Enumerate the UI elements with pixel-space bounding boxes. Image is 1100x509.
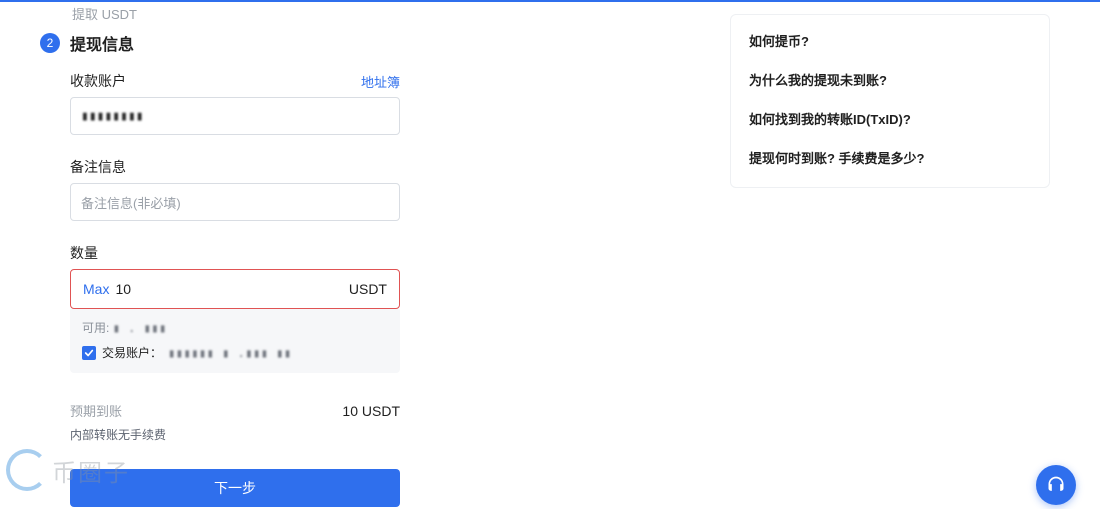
- trade-account-value: ▮▮▮▮▮▮ ▮ .▮▮▮ ▮▮: [168, 346, 292, 360]
- recipient-value: ▮▮▮▮▮▮▮▮: [81, 109, 144, 124]
- amount-subinfo: 可用: ▮ . ▮▮▮ 交易账户： ▮▮▮▮▮▮ ▮ .▮▮▮ ▮▮: [70, 309, 400, 373]
- recipient-input[interactable]: ▮▮▮▮▮▮▮▮: [70, 97, 400, 135]
- available-value: ▮ . ▮▮▮: [113, 321, 167, 335]
- amount-input[interactable]: Max 10 USDT: [70, 269, 400, 309]
- trade-account-label: 交易账户：: [102, 344, 162, 361]
- step-header: 2 提现信息: [40, 31, 720, 55]
- amount-unit: USDT: [349, 281, 387, 297]
- withdraw-form-panel: 提取 USDT 2 提现信息 收款账户 地址簿 ▮▮▮▮▮▮▮▮ 备注信息 备注…: [40, 2, 720, 507]
- expected-value: 10 USDT: [342, 403, 400, 419]
- faq-item[interactable]: 提现何时到账? 手续费是多少?: [731, 138, 1049, 177]
- amount-value: 10: [115, 281, 348, 297]
- faq-panel: 如何提币? 为什么我的提现未到账? 如何找到我的转账ID(TxID)? 提现何时…: [730, 14, 1050, 188]
- step-number-badge: 2: [40, 33, 60, 53]
- amount-label: 数量: [70, 243, 98, 263]
- check-icon: [84, 348, 94, 358]
- fee-note: 内部转账无手续费: [70, 426, 400, 443]
- next-button[interactable]: 下一步: [70, 469, 400, 507]
- max-button[interactable]: Max: [83, 281, 109, 297]
- memo-label: 备注信息: [70, 157, 126, 177]
- trade-account-checkbox[interactable]: [82, 346, 96, 360]
- expected-label: 预期到账: [70, 401, 122, 420]
- address-book-link[interactable]: 地址簿: [361, 72, 400, 91]
- recipient-label: 收款账户: [70, 71, 126, 91]
- faq-item[interactable]: 为什么我的提现未到账?: [731, 60, 1049, 99]
- headset-icon: [1046, 475, 1066, 495]
- memo-input[interactable]: 备注信息(非必填): [70, 183, 400, 221]
- help-fab-button[interactable]: [1036, 465, 1076, 505]
- available-label: 可用:: [82, 321, 109, 335]
- breadcrumb: 提取 USDT: [72, 4, 720, 23]
- faq-item[interactable]: 如何找到我的转账ID(TxID)?: [731, 99, 1049, 138]
- step-title: 提现信息: [70, 31, 134, 55]
- faq-item[interactable]: 如何提币?: [731, 21, 1049, 60]
